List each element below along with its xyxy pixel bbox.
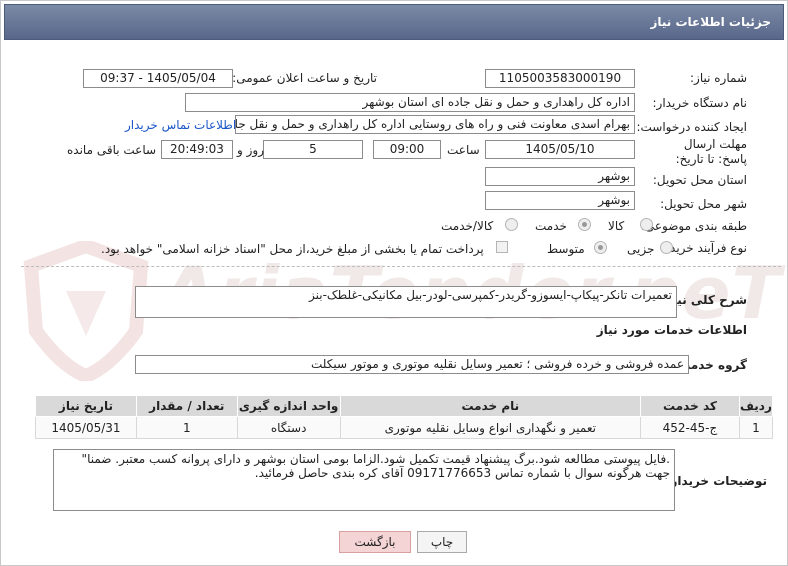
- days-field: 5: [263, 140, 363, 159]
- treasury-payment-note: پرداخت تمام یا بخشی از مبلغ خرید،از محل …: [101, 242, 484, 256]
- process-radio-minor[interactable]: [660, 241, 673, 254]
- deadline-label: مهلت ارسال پاسخ: تا تاریخ:: [675, 137, 747, 166]
- divider: [21, 266, 781, 267]
- buyer-org-field: اداره کل راهداری و حمل و نقل جاده ای است…: [185, 93, 635, 112]
- need-number-label: شماره نیاز:: [690, 71, 747, 85]
- cell-row-num: 1: [738, 416, 774, 439]
- category-radio-goods[interactable]: [640, 218, 653, 231]
- remaining-time-field: 20:49:03: [161, 140, 233, 159]
- page-title: جزئیات اطلاعات نیاز: [650, 15, 771, 29]
- days-label: روز و: [237, 143, 264, 157]
- process-radio-medium[interactable]: [594, 241, 607, 254]
- buyer-notes-field: .فایل پیوستی مطالعه شود.برگ پیشنهاد قیمت…: [53, 449, 675, 511]
- service-group-field: عمده فروشی و خرده فروشی ؛ تعمیر وسایل نق…: [135, 355, 689, 374]
- city-field: بوشهر: [485, 191, 635, 210]
- buyer-org-label: نام دستگاه خریدار:: [652, 96, 748, 110]
- requester-field: بهرام اسدی معاونت فنی و راه های روستایی …: [235, 115, 635, 134]
- cell-quantity: 1: [135, 416, 238, 439]
- cell-need-date: 1405/05/31: [35, 416, 137, 439]
- page: AriaTender.neT جزئیات اطلاعات نیاز شماره…: [0, 0, 788, 566]
- category-label-goods: کالا: [608, 219, 625, 233]
- cell-unit: دستگاه: [236, 416, 341, 439]
- col-header-need-date: تاریخ نیاز: [35, 395, 137, 417]
- category-label-service: خدمت: [535, 219, 567, 233]
- category-radio-goods-service[interactable]: [505, 218, 518, 231]
- process-type-label: نوع فرآیند خرید :: [662, 241, 747, 255]
- announce-datetime-label: تاریخ و ساعت اعلان عمومی:: [232, 71, 377, 85]
- table-header-row: ردیف کد خدمت نام خدمت واحد اندازه گیری ت…: [35, 395, 774, 417]
- col-header-unit: واحد اندازه گیری: [236, 395, 341, 417]
- treasury-payment-checkbox[interactable]: [496, 241, 508, 253]
- contact-buyer-link[interactable]: اطلاعات تماس خریدار: [125, 118, 236, 132]
- category-radio-service[interactable]: [578, 218, 591, 231]
- services-info-title: اطلاعات خدمات مورد نیاز: [596, 323, 747, 337]
- province-field: بوشهر: [485, 167, 635, 186]
- process-label-minor: جزیی: [627, 242, 655, 256]
- requester-label: ایجاد کننده درخواست:: [636, 120, 747, 134]
- category-label-goods-service: کالا/خدمت: [441, 219, 494, 233]
- cell-service-code: ج-45-452: [640, 416, 740, 439]
- col-header-quantity: تعداد / مقدار: [135, 395, 238, 417]
- cell-service-name: تعمیر و نگهداری انواع وسایل نقلیه موتوری: [339, 416, 642, 439]
- province-label: استان محل تحویل:: [652, 173, 747, 187]
- deadline-time-field: 09:00: [373, 140, 441, 159]
- buyer-notes-label: توضیحات خریدار:: [665, 474, 767, 488]
- col-header-service-code: کد خدمت: [640, 395, 740, 417]
- deadline-time-label: ساعت: [447, 143, 480, 157]
- general-desc-field: تعمیرات تانکر-پیکاپ-ایسوزو-گریدر-کمپرسی-…: [135, 286, 677, 318]
- col-header-service-name: نام خدمت: [339, 395, 642, 417]
- deadline-date-field: 1405/05/10: [485, 140, 635, 159]
- category-label: طبقه بندی موضوعی:: [640, 219, 747, 233]
- city-label: شهر محل تحویل:: [660, 197, 747, 211]
- col-header-row-num: ردیف: [738, 395, 774, 417]
- need-number-field: 1105003583000190: [485, 69, 635, 88]
- announce-datetime-field: 1405/05/04 - 09:37: [83, 69, 233, 88]
- remaining-label: ساعت باقی مانده: [67, 143, 157, 157]
- watermark-logo-icon: [23, 241, 149, 381]
- page-header: جزئیات اطلاعات نیاز: [4, 4, 784, 40]
- print-button[interactable]: چاپ: [417, 531, 467, 553]
- back-button[interactable]: بازگشت: [339, 531, 411, 553]
- process-label-medium: متوسط: [547, 242, 585, 256]
- table-row: 1 ج-45-452 تعمیر و نگهداری انواع وسایل ن…: [35, 416, 774, 439]
- services-table: ردیف کد خدمت نام خدمت واحد اندازه گیری ت…: [35, 395, 774, 439]
